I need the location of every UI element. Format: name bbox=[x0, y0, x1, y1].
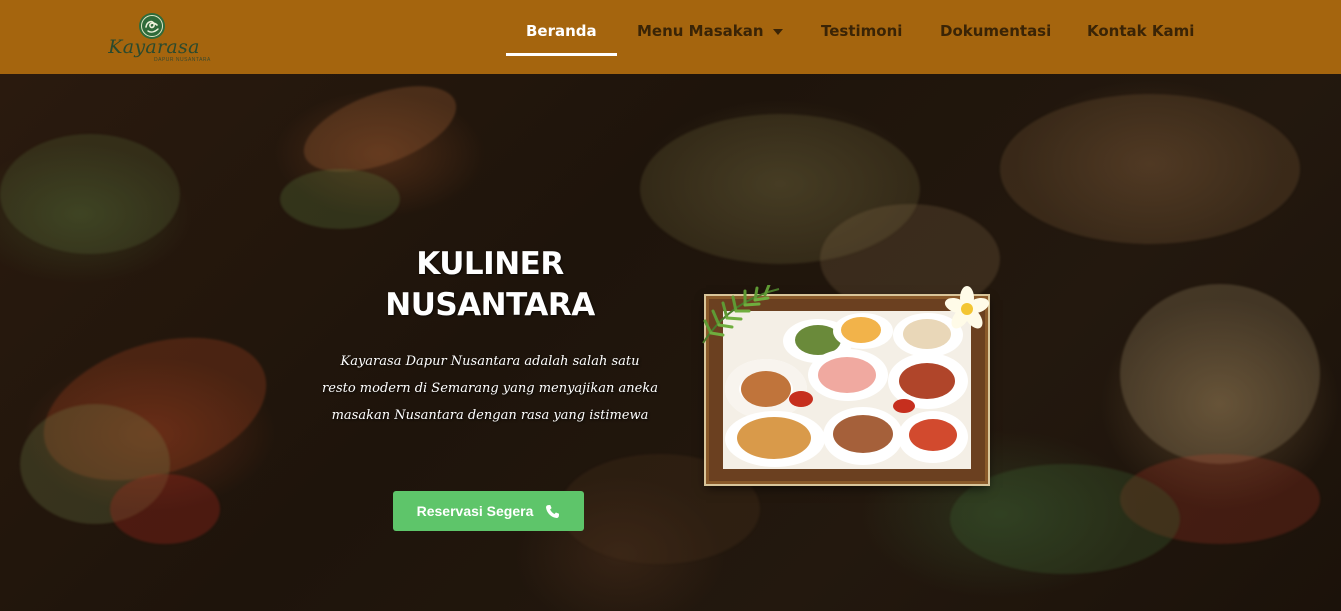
hero-title-line2: NUSANTARA bbox=[385, 287, 595, 323]
reservasi-button[interactable]: Reservasi Segera bbox=[393, 491, 584, 531]
reservasi-button-label: Reservasi Segera bbox=[416, 503, 534, 519]
nav-item-kontak-kami[interactable]: Kontak Kami bbox=[1087, 22, 1194, 44]
brand-logo[interactable]: Kayarasa DAPUR NUSANTARA bbox=[108, 12, 210, 64]
nav-item-dokumentasi[interactable]: Dokumentasi bbox=[940, 22, 1051, 44]
frangipani-flower-icon bbox=[944, 286, 990, 329]
brand-name: Kayarasa bbox=[108, 36, 200, 58]
featured-food-image bbox=[702, 285, 990, 484]
nav-item-beranda[interactable]: Beranda bbox=[526, 22, 597, 44]
palm-leaf-decoration bbox=[702, 285, 780, 344]
nav-active-indicator bbox=[506, 53, 617, 56]
brand-tagline: DAPUR NUSANTARA bbox=[154, 57, 211, 63]
phone-icon bbox=[546, 504, 560, 518]
nav-item-testimoni[interactable]: Testimoni bbox=[821, 22, 902, 44]
hero-title-line1: KULINER bbox=[416, 246, 564, 282]
hero-description: Kayarasa Dapur Nusantara adalah salah sa… bbox=[322, 354, 658, 423]
site-header: Kayarasa DAPUR NUSANTARA Beranda Menu Ma… bbox=[0, 0, 1341, 74]
nav-item-label: Menu Masakan bbox=[637, 22, 764, 40]
chevron-down-icon bbox=[772, 28, 783, 35]
hero-section: KULINER NUSANTARA Kayarasa Dapur Nusanta… bbox=[0, 74, 1341, 611]
nav-item-menu-masakan[interactable]: Menu Masakan bbox=[637, 22, 783, 44]
hero-title: KULINER NUSANTARA bbox=[340, 244, 640, 326]
